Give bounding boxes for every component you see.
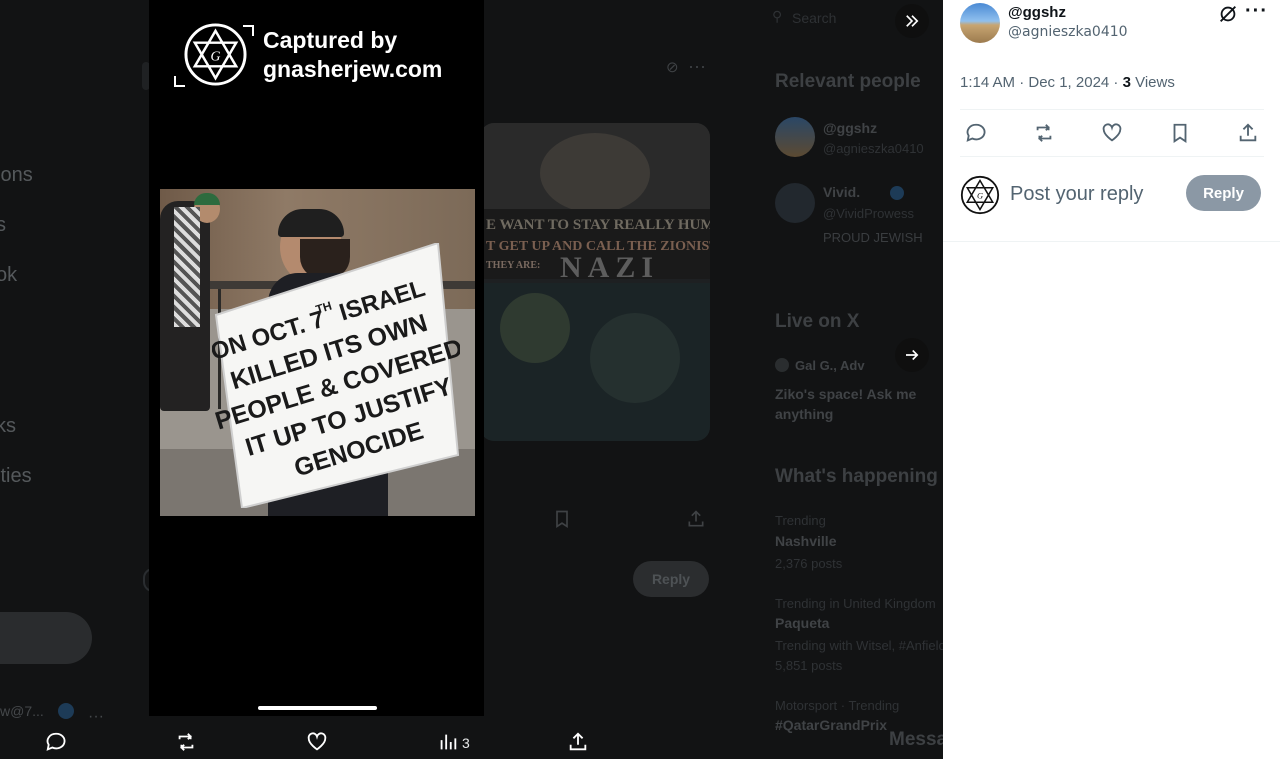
collapse-panel-button[interactable] [895, 4, 929, 38]
person-bio: PROUD JEWISH [823, 230, 923, 245]
bookmark-icon [556, 510, 568, 529]
nav-fragment: ok [0, 264, 18, 286]
like-icon[interactable] [306, 731, 328, 753]
banner-text: E WANT TO STAY REALLY HUMAN BEINGS, [486, 217, 710, 233]
views-icon[interactable] [437, 731, 459, 753]
trend-count: 5,851 posts [775, 658, 843, 673]
trend-count: 2,376 posts [775, 556, 843, 571]
grok-icon: ⊘ [666, 59, 679, 76]
live-space-title: Ziko's space! Ask me anything [775, 386, 917, 422]
divider [943, 241, 1280, 242]
divider [960, 156, 1264, 157]
views-label: Views [1130, 74, 1175, 91]
avatar [775, 358, 789, 372]
trend-context: Trending in United Kingdom [775, 596, 936, 611]
user-handle[interactable]: @agnieszka0410 [1008, 24, 1128, 40]
person-name: @ggshz [823, 120, 878, 136]
whats-happening-title: What's happening [775, 466, 938, 487]
trend-count: Trending with Witsel, #Anfield [775, 638, 943, 653]
person-handle: @agnieszka0410 [823, 141, 924, 156]
messages-label: Messages [889, 729, 943, 750]
person-handle: @VividProwess [823, 206, 914, 221]
video-scrubber[interactable] [258, 706, 377, 710]
banner-text: NAZI [560, 251, 660, 284]
reply-input[interactable] [1010, 180, 1180, 208]
bookmark-icon[interactable] [1169, 122, 1191, 144]
reply-icon[interactable] [965, 122, 987, 144]
collapse-panel-icon [906, 15, 919, 27]
views-count: 3 [462, 735, 470, 751]
background-media: E WANT TO STAY REALLY HUMAN BEINGS, T GE… [480, 123, 710, 441]
more-icon: ··· [688, 56, 706, 76]
banner-text: THEY ARE: [486, 260, 541, 271]
trend-context: Motorsport · Trending [775, 698, 900, 713]
trend-name: Paqueta [775, 615, 830, 631]
share-icon[interactable] [567, 731, 589, 753]
like-icon[interactable] [1101, 122, 1123, 144]
capture-line-1: Captured by [263, 27, 398, 53]
share-icon[interactable] [1237, 122, 1259, 144]
nav-fragment: ions [0, 164, 33, 186]
trend-name: #QatarGrandPrix [775, 717, 888, 733]
reply-icon[interactable] [45, 731, 67, 753]
more-icon: ··· [88, 708, 104, 725]
nav-fragment: s [0, 214, 6, 236]
next-arrow-icon [906, 349, 919, 361]
grok-icon[interactable] [1217, 3, 1239, 25]
person-name: Vivid. [823, 184, 861, 200]
repost-icon[interactable] [175, 731, 197, 753]
reply-button[interactable]: Reply [1186, 175, 1261, 211]
live-title: Live on X [775, 311, 860, 332]
capture-credit: Captured by gnasherjew.com [263, 26, 442, 84]
avatar [775, 183, 815, 223]
nav-fragment: ities [0, 465, 32, 487]
capture-line-2: gnasherjew.com [263, 56, 443, 82]
live-host: Gal G., Adv [795, 358, 865, 373]
search-icon: ⚲ [772, 8, 783, 24]
post-button-bg [0, 612, 92, 664]
search-placeholder: Search [792, 10, 837, 26]
relevant-people-title: Relevant people [775, 71, 921, 92]
trend-context: Trending [775, 513, 826, 528]
nav-fragment: ks [0, 415, 16, 437]
next-media-button[interactable] [895, 338, 929, 372]
avatar[interactable] [960, 3, 1000, 43]
avatar [775, 117, 815, 157]
avatar: G [960, 175, 1000, 215]
share-icon [688, 510, 704, 527]
account-handle-fragment: w@7... [0, 703, 44, 719]
tweet-time[interactable]: 1:14 AM · Dec 1, 2024 · [960, 74, 1123, 91]
reply-button-bg: Reply [633, 561, 709, 597]
verified-icon [890, 186, 904, 200]
capture-frame-icon [174, 25, 254, 87]
more-icon[interactable]: ··· [1245, 0, 1268, 23]
display-name[interactable]: @ggshz [1008, 4, 1066, 21]
views-number: 3 [1122, 74, 1131, 91]
svg-text:G: G [977, 191, 983, 201]
trend-name: Nashville [775, 533, 837, 549]
tweet-detail-panel: @ggshz @agnieszka0410 ··· 1:14 AM · Dec … [943, 0, 1280, 759]
repost-icon[interactable] [1033, 122, 1055, 144]
protest-sign: ON OCT. 7 TH ISRAEL KILLED ITS OWN PEOPL… [212, 243, 460, 508]
divider [960, 109, 1264, 110]
tweet-meta: 1:14 AM · Dec 1, 2024 · 3 Views [960, 74, 1175, 91]
verified-icon [58, 703, 74, 719]
